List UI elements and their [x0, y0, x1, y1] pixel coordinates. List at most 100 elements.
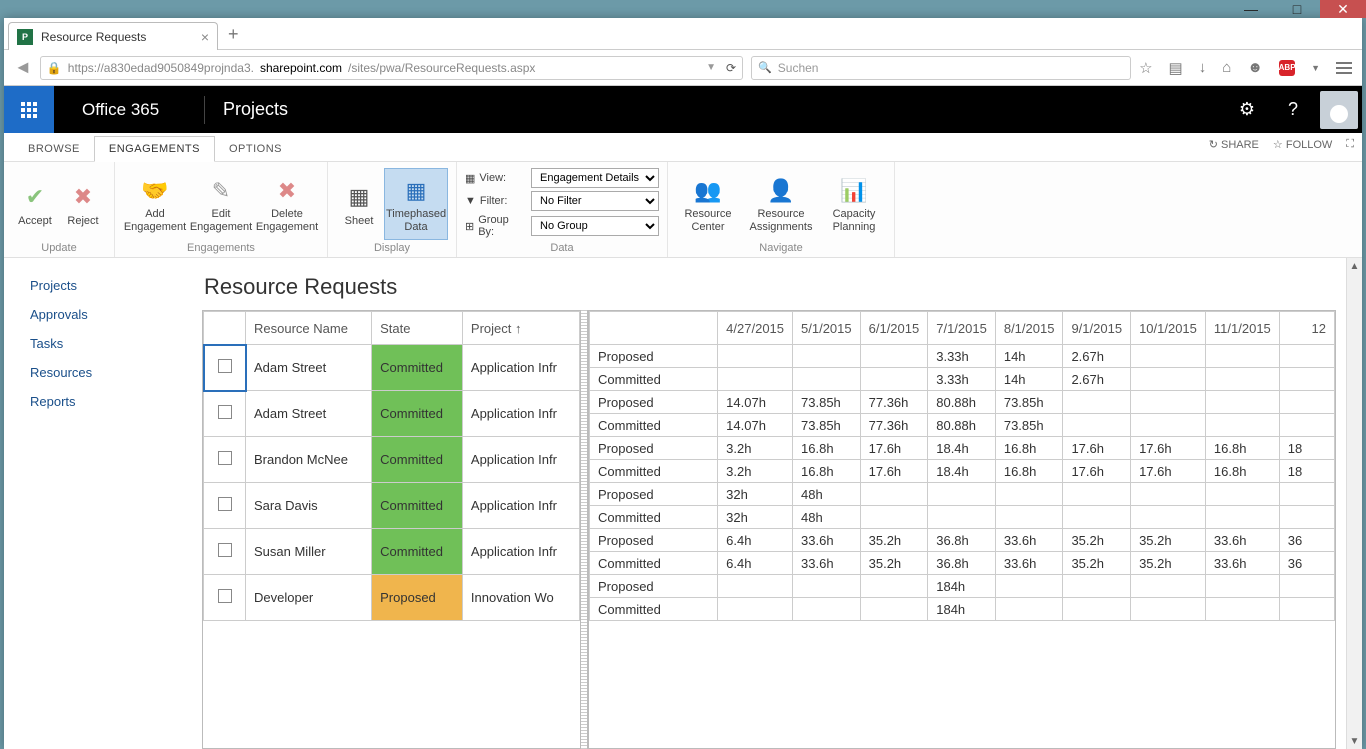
- tp-cell[interactable]: 77.36h: [860, 414, 928, 437]
- url-dropdown-icon[interactable]: ▼: [706, 62, 716, 73]
- home-icon[interactable]: ⌂: [1222, 59, 1231, 76]
- app-launcher-button[interactable]: [4, 86, 54, 133]
- nav-link-approvals[interactable]: Approvals: [30, 307, 202, 322]
- share-button[interactable]: ↻ SHARE: [1209, 138, 1259, 151]
- tp-cell[interactable]: [860, 368, 928, 391]
- tp-cell[interactable]: 14h: [995, 345, 1063, 368]
- checkbox-icon[interactable]: [218, 359, 232, 373]
- tp-date-header[interactable]: 4/27/2015: [718, 312, 793, 345]
- select-all-header[interactable]: [204, 312, 246, 345]
- tp-cell[interactable]: [928, 483, 996, 506]
- tp-cell[interactable]: [793, 575, 861, 598]
- tp-cell[interactable]: [1205, 414, 1279, 437]
- tp-cell[interactable]: 33.6h: [793, 529, 861, 552]
- tp-cell[interactable]: [1279, 345, 1334, 368]
- tp-date-header[interactable]: 7/1/2015: [928, 312, 996, 345]
- tp-cell[interactable]: 77.36h: [860, 391, 928, 414]
- group-select[interactable]: No Group: [531, 216, 659, 236]
- nav-link-projects[interactable]: Projects: [30, 278, 202, 293]
- tp-cell[interactable]: [793, 598, 861, 621]
- tp-cell[interactable]: 48h: [793, 483, 861, 506]
- tp-date-header[interactable]: 11/1/2015: [1205, 312, 1279, 345]
- tp-cell[interactable]: [1279, 506, 1334, 529]
- tp-cell[interactable]: [1279, 368, 1334, 391]
- tp-cell[interactable]: 14.07h: [718, 414, 793, 437]
- window-minimize-button[interactable]: —: [1228, 0, 1274, 18]
- tp-cell[interactable]: 16.8h: [995, 460, 1063, 483]
- tp-cell[interactable]: [1063, 391, 1131, 414]
- bookmark-star-icon[interactable]: ☆: [1139, 59, 1152, 77]
- tp-cell[interactable]: 35.2h: [860, 552, 928, 575]
- checkbox-icon[interactable]: [218, 543, 232, 557]
- help-icon[interactable]: ?: [1270, 86, 1316, 133]
- view-select[interactable]: Engagement Details: [531, 168, 659, 188]
- capacity-planning-button[interactable]: 📊Capacity Planning: [822, 168, 886, 240]
- tp-cell[interactable]: [1205, 575, 1279, 598]
- tp-cell[interactable]: 16.8h: [995, 437, 1063, 460]
- row-checkbox-cell[interactable]: [204, 529, 246, 575]
- table-row[interactable]: Sara DavisCommittedApplication Infr: [204, 483, 580, 529]
- tp-cell[interactable]: [860, 598, 928, 621]
- checkbox-icon[interactable]: [218, 497, 232, 511]
- tp-cell[interactable]: [1131, 414, 1206, 437]
- checkbox-icon[interactable]: [218, 405, 232, 419]
- tp-cell[interactable]: 73.85h: [995, 391, 1063, 414]
- tp-row[interactable]: Committed184h: [590, 598, 1335, 621]
- tp-cell[interactable]: 18.4h: [928, 437, 996, 460]
- tp-cell[interactable]: 6.4h: [718, 529, 793, 552]
- tp-cell[interactable]: 35.2h: [1063, 552, 1131, 575]
- tp-cell[interactable]: 35.2h: [1131, 552, 1206, 575]
- new-tab-button[interactable]: +: [228, 24, 239, 49]
- tp-cell[interactable]: 184h: [928, 598, 996, 621]
- tp-cell[interactable]: [1279, 575, 1334, 598]
- tp-row[interactable]: Committed14.07h73.85h77.36h80.88h73.85h: [590, 414, 1335, 437]
- tp-cell[interactable]: [928, 506, 996, 529]
- tp-cell[interactable]: 2.67h: [1063, 345, 1131, 368]
- tp-cell[interactable]: [1063, 575, 1131, 598]
- tp-cell[interactable]: 16.8h: [1205, 437, 1279, 460]
- tp-cell[interactable]: 14h: [995, 368, 1063, 391]
- accept-button[interactable]: ✔Accept: [12, 168, 58, 240]
- tp-cell[interactable]: [1131, 345, 1206, 368]
- tp-row[interactable]: Proposed14.07h73.85h77.36h80.88h73.85h: [590, 391, 1335, 414]
- tp-cell[interactable]: [995, 483, 1063, 506]
- tp-cell[interactable]: [1279, 391, 1334, 414]
- tp-cell[interactable]: 17.6h: [860, 437, 928, 460]
- tp-cell[interactable]: 35.2h: [1131, 529, 1206, 552]
- browser-search-box[interactable]: Suchen: [751, 56, 1131, 80]
- tp-cell[interactable]: [1205, 506, 1279, 529]
- window-maximize-button[interactable]: □: [1274, 0, 1320, 18]
- nav-link-tasks[interactable]: Tasks: [30, 336, 202, 351]
- nav-link-resources[interactable]: Resources: [30, 365, 202, 380]
- tp-cell[interactable]: [995, 506, 1063, 529]
- resource-assignments-button[interactable]: 👤Resource Assignments: [742, 168, 820, 240]
- tp-cell[interactable]: [1131, 368, 1206, 391]
- window-close-button[interactable]: ✕: [1320, 0, 1366, 18]
- tp-cell[interactable]: 33.6h: [1205, 552, 1279, 575]
- tp-cell[interactable]: 3.2h: [718, 437, 793, 460]
- table-row[interactable]: Susan MillerCommittedApplication Infr: [204, 529, 580, 575]
- table-row[interactable]: Adam StreetCommittedApplication Infr: [204, 391, 580, 437]
- tp-row[interactable]: Proposed3.33h14h2.67h: [590, 345, 1335, 368]
- nav-link-reports[interactable]: Reports: [30, 394, 202, 409]
- delete-engagement-button[interactable]: ✖Delete Engagement: [255, 168, 319, 240]
- tp-cell[interactable]: 17.6h: [1063, 437, 1131, 460]
- row-checkbox-cell[interactable]: [204, 575, 246, 621]
- tp-cell[interactable]: 18: [1279, 437, 1334, 460]
- tp-cell[interactable]: [1131, 391, 1206, 414]
- tp-cell[interactable]: [860, 345, 928, 368]
- tp-date-header[interactable]: 8/1/2015: [995, 312, 1063, 345]
- tp-cell[interactable]: [1279, 414, 1334, 437]
- tp-cell[interactable]: [1131, 506, 1206, 529]
- back-button[interactable]: ◄: [14, 57, 32, 78]
- tp-cell[interactable]: 2.67h: [1063, 368, 1131, 391]
- tp-cell[interactable]: [860, 483, 928, 506]
- tp-row[interactable]: Proposed32h48h: [590, 483, 1335, 506]
- tp-cell[interactable]: [1205, 483, 1279, 506]
- grid-splitter[interactable]: [580, 310, 588, 749]
- tp-cell[interactable]: 17.6h: [1131, 437, 1206, 460]
- tp-row[interactable]: Proposed6.4h33.6h35.2h36.8h33.6h35.2h35.…: [590, 529, 1335, 552]
- tp-cell[interactable]: 17.6h: [1063, 460, 1131, 483]
- tp-cell[interactable]: 80.88h: [928, 414, 996, 437]
- tp-cell[interactable]: 80.88h: [928, 391, 996, 414]
